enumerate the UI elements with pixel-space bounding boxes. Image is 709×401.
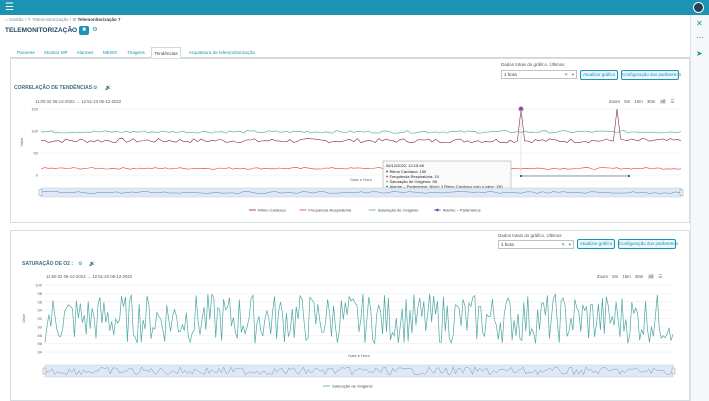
y-tick-label: 50 — [34, 151, 39, 156]
hamburger-icon[interactable]: ☰ — [5, 3, 14, 13]
legend-label: Frequência Respiratória — [308, 208, 351, 213]
navigator-handle-right — [671, 367, 676, 375]
oxygen-chart: 84 86 88 90 92 94 96 98 100 Valor Data e Hora Satur… — [21, 283, 676, 389]
tab-tendencias[interactable]: Tendências — [151, 47, 181, 58]
app-root: ☰ ✕ ⋯ ➤ ⌂ Gestão / ✎ Telemonitorização /… — [0, 0, 709, 401]
navigator-handle-left — [38, 189, 43, 196]
tab-monitor-mp[interactable]: Monitor MP — [41, 47, 71, 58]
y-tick-label: 88 — [38, 333, 43, 338]
chart-tooltip: 06/12/2022, 12:15:48Ritmo Cardíaco: 150F… — [382, 160, 512, 190]
navigator-handle-left — [42, 367, 47, 375]
tooltip-dot — [386, 185, 388, 188]
y-tick-label: 100 — [31, 129, 38, 134]
send-icon[interactable]: ➤ — [696, 49, 703, 58]
settings-icon[interactable]: ⚙ — [90, 26, 100, 35]
trend-chart: 0 50 100 150 Valor Data e Hora 06/12/2022, 12:… — [19, 106, 684, 213]
alarm-range-start — [520, 175, 522, 177]
tab-triagens[interactable]: Triagens — [124, 47, 148, 58]
tab-alarmes[interactable]: Alarmes — [74, 47, 96, 58]
breadcrumb-current: Telemonitorização 7 — [77, 17, 121, 22]
legend-label: Saturação de Oxigénio — [378, 208, 419, 213]
trend-correlation-panel: Dados totais do gráfico. Últimos 1 hora … — [10, 58, 690, 223]
y-tick-label: 96 — [38, 299, 43, 304]
series-line — [40, 108, 682, 144]
y-tick-label: 0 — [36, 173, 39, 178]
tab-paciente[interactable]: Paciente — [13, 47, 39, 58]
legend-label: Alarme – Parâmetros — [443, 208, 481, 213]
user-avatar-icon[interactable] — [693, 2, 704, 13]
save-icon[interactable]: ■ — [79, 26, 89, 35]
y-tick-label: 100 — [35, 283, 42, 288]
top-bar: ☰ — [0, 0, 709, 15]
home-icon[interactable]: ⌂ — [5, 17, 8, 22]
series-line — [40, 167, 682, 170]
y-axis-label: Valor — [21, 313, 26, 323]
gear-icon: ⚙ — [72, 17, 77, 22]
navigator-handle-right — [679, 189, 684, 196]
page-title-text: TELEMONITORIZAÇÃO — [5, 27, 78, 34]
close-icon[interactable]: ✕ — [696, 19, 703, 28]
legend-label: Ritmo Cardíaco — [258, 208, 287, 213]
x-axis-label: Data e Hora — [350, 177, 372, 182]
tab-bar: Paciente Monitor MP Alarmes MEWS Triagen… — [10, 47, 690, 58]
tooltip-dot — [386, 180, 388, 183]
breadcrumb-middle[interactable]: Telemonitorização — [32, 17, 68, 22]
tab-arquitetura[interactable]: Arquitetura de telemonitorização — [184, 47, 260, 58]
y-tick-label: 90 — [38, 324, 43, 329]
alarm-range-end — [628, 175, 630, 177]
legend-label: Saturação de Oxigénio — [332, 384, 373, 389]
y-axis-label: Valor — [19, 137, 24, 147]
legend-marker — [436, 208, 439, 212]
navigator-track — [44, 364, 674, 378]
right-rail: ✕ ⋯ ➤ — [690, 15, 709, 401]
y-tick-label: 98 — [38, 291, 43, 296]
y-tick-label: 94 — [38, 308, 43, 313]
y-tick-label: 150 — [31, 107, 38, 112]
edit-icon: ✎ — [27, 17, 32, 22]
tab-mews[interactable]: MEWS — [100, 47, 120, 58]
tooltip-dot — [386, 170, 388, 173]
tooltip-datetime: 06/12/2022, 12:15:48 — [386, 163, 425, 168]
y-tick-label: 84 — [38, 350, 43, 355]
y-tick-label: 86 — [38, 341, 43, 346]
tooltip-dot — [386, 175, 388, 178]
breadcrumb: ⌂ Gestão / ✎ Telemonitorização / ⚙ Telem… — [5, 17, 121, 23]
oxygen-saturation-panel: Dados totais do gráfico. Últimos 1 hora … — [10, 230, 690, 401]
breadcrumb-home[interactable]: Gestão — [9, 17, 24, 22]
x-axis-label: Data e Hora — [348, 353, 370, 358]
more-icon[interactable]: ⋯ — [696, 33, 704, 42]
check-icon[interactable]: ✔ — [68, 26, 78, 35]
y-tick-label: 92 — [38, 316, 43, 321]
